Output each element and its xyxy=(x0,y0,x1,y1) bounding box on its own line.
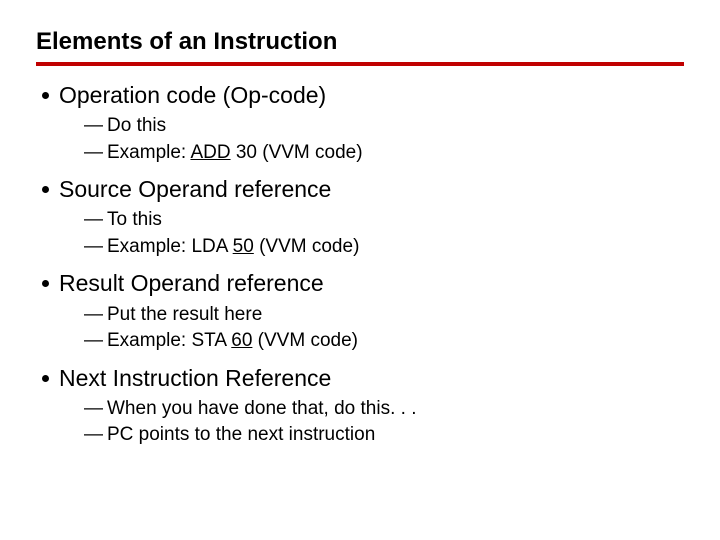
underlined: ADD xyxy=(190,142,230,163)
sub-rest: (VVM code) xyxy=(252,330,358,351)
bullet-icon xyxy=(42,280,49,287)
sub-prefix: Example: xyxy=(107,142,190,163)
bullet-list: Operation code (Op-code) — Do this — Exa… xyxy=(36,80,684,449)
dash-icon: — xyxy=(84,140,103,167)
dash-icon: — xyxy=(84,328,103,355)
dash-icon: — xyxy=(84,207,103,234)
sub-prefix: Example: LDA xyxy=(107,236,233,257)
bullet-row: Result Operand reference xyxy=(42,268,684,299)
sub-item: — When you have done that, do this. . . xyxy=(84,396,684,423)
sub-item: — PC points to the next instruction xyxy=(84,422,684,449)
dash-icon: — xyxy=(84,234,103,261)
sub-text: Put the result here xyxy=(107,302,262,329)
sub-text: Do this xyxy=(107,113,166,140)
dash-icon: — xyxy=(84,302,103,329)
dash-icon: — xyxy=(84,113,103,140)
bullet-icon xyxy=(42,92,49,99)
underlined: 60 xyxy=(231,330,252,351)
sub-list: — Put the result here — Example: STA 60 … xyxy=(42,302,684,355)
underlined: 50 xyxy=(233,236,254,257)
bullet-row: Next Instruction Reference xyxy=(42,363,684,394)
item-label: Result Operand reference xyxy=(59,268,324,299)
item-source-operand: Source Operand reference — To this — Exa… xyxy=(42,174,684,260)
item-opcode: Operation code (Op-code) — Do this — Exa… xyxy=(42,80,684,166)
title-underline xyxy=(36,62,684,66)
bullet-row: Source Operand reference xyxy=(42,174,684,205)
bullet-icon xyxy=(42,375,49,382)
dash-icon: — xyxy=(84,396,103,423)
sub-item: — Do this xyxy=(84,113,684,140)
slide-title: Elements of an Instruction xyxy=(36,28,684,56)
slide: Elements of an Instruction Operation cod… xyxy=(0,0,720,477)
sub-list: — When you have done that, do this. . . … xyxy=(42,396,684,449)
sub-prefix: Example: STA xyxy=(107,330,231,351)
sub-text: To this xyxy=(107,207,162,234)
sub-text: When you have done that, do this. . . xyxy=(107,396,416,423)
sub-item: — Example: ADD 30 (VVM code) xyxy=(84,140,684,167)
sub-list: — To this — Example: LDA 50 (VVM code) xyxy=(42,207,684,260)
item-next-instruction: Next Instruction Reference — When you ha… xyxy=(42,363,684,449)
sub-text: PC points to the next instruction xyxy=(107,422,375,449)
sub-text: Example: ADD 30 (VVM code) xyxy=(107,140,363,167)
sub-item: — Example: STA 60 (VVM code) xyxy=(84,328,684,355)
sub-item: — To this xyxy=(84,207,684,234)
item-label: Next Instruction Reference xyxy=(59,363,331,394)
bullet-icon xyxy=(42,186,49,193)
sub-text: Example: LDA 50 (VVM code) xyxy=(107,234,359,261)
sub-rest: (VVM code) xyxy=(254,236,360,257)
item-label: Operation code (Op-code) xyxy=(59,80,326,111)
sub-rest: 30 (VVM code) xyxy=(231,142,363,163)
sub-item: — Example: LDA 50 (VVM code) xyxy=(84,234,684,261)
dash-icon: — xyxy=(84,422,103,449)
sub-text: Example: STA 60 (VVM code) xyxy=(107,328,358,355)
sub-list: — Do this — Example: ADD 30 (VVM code) xyxy=(42,113,684,166)
item-label: Source Operand reference xyxy=(59,174,331,205)
bullet-row: Operation code (Op-code) xyxy=(42,80,684,111)
sub-item: — Put the result here xyxy=(84,302,684,329)
item-result-operand: Result Operand reference — Put the resul… xyxy=(42,268,684,354)
